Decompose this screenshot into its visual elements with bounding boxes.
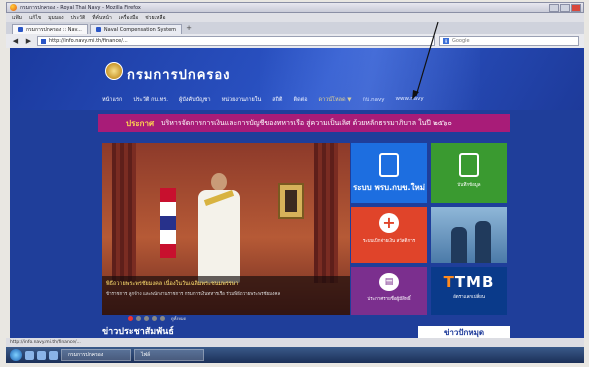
navigation-bar: ◀ ▶ http://info.navy.mi.th/finance/... g… (6, 34, 584, 48)
url-text: http://info.navy.mi.th/finance/... (49, 38, 128, 44)
tmb-logo: TTMB (443, 273, 495, 291)
tile-photo[interactable] (431, 207, 507, 263)
menu-edit[interactable]: แก้ไข (29, 14, 41, 22)
url-bar[interactable]: http://info.navy.mi.th/finance/... (37, 36, 435, 46)
slide-caption: พิธีถวายพระพรชัยมงคล เนื่องในวันเฉลิมพระ… (102, 276, 350, 315)
quicklaunch-icon[interactable] (37, 350, 46, 360)
menu-tools[interactable]: เครื่องมือ (119, 14, 138, 22)
tile-record-data[interactable]: บันทึกข้อมูล (431, 143, 507, 203)
tile-title: ระบบ พรบ.กบข.ใหม่ (352, 183, 426, 192)
browser-titlebar: กรมการปกครอง - Royal Thai Navy - Mozilla… (6, 2, 584, 13)
taskbar-item-files[interactable]: ไฟล์ (134, 349, 204, 361)
menu-file[interactable]: แฟ้ม (12, 14, 22, 22)
slide-view-all-link[interactable]: ดูทั้งหมด (171, 315, 186, 322)
firefox-icon (10, 4, 17, 11)
officer-figure (194, 173, 244, 283)
slide-dot[interactable] (152, 316, 157, 321)
hero-slideshow[interactable]: พิธีถวายพระพรชัยมงคล เนื่องในวันเฉลิมพระ… (102, 143, 350, 315)
tile-title: ประกาศรายชื่อผู้มีสิทธิ์ (367, 297, 411, 302)
new-tab-button[interactable]: + (184, 24, 194, 34)
tile-title: ระบบเบิกจ่ายเงิน สวัสดิการ (362, 239, 416, 244)
windows-start-icon[interactable] (10, 349, 22, 361)
nav-download[interactable]: ดาวน์โหลด ▼ (319, 96, 352, 104)
hand-icon (459, 153, 479, 177)
portrait-frame (278, 183, 304, 219)
nav-commanders[interactable]: ผู้บังคับบัญชา (179, 96, 211, 104)
tab-label: กรมการปกครอง :: Nav... (26, 26, 82, 33)
site-nav: หน้าแรก ประวัติ กบ.ทร. ผู้บังคับบัญชา หน… (102, 96, 424, 104)
nav-www-navy[interactable]: www.navy (395, 96, 423, 104)
web-page: กรมการปกครอง หน้าแรก ประวัติ กบ.ทร. ผู้บ… (10, 48, 584, 338)
google-icon: g (443, 38, 449, 44)
announcement-bar: ประกาศ บริหารจัดการการเงินและการบัญชีของ… (98, 114, 510, 132)
nav-finance-navy[interactable]: กบ.navy (363, 96, 385, 104)
forward-arrow-icon[interactable]: ▶ (24, 37, 33, 46)
slide-pager: ดูทั้งหมด (128, 315, 186, 322)
tile-welfare[interactable]: + ระบบเบิกจ่ายเงิน สวัสดิการ (351, 207, 427, 263)
curtain-left (112, 143, 136, 283)
pinned-news-heading: ข่าวปักหมุด (418, 326, 510, 338)
window-title: กรมการปกครอง - Royal Thai Navy - Mozilla… (20, 4, 141, 11)
taskbar-item-firefox[interactable]: กรมการปกครอง (61, 349, 131, 361)
news-heading: ข่าวประชาสัมพันธ์ (102, 327, 174, 337)
search-box[interactable]: g Google (439, 36, 579, 46)
tile-gpf-system[interactable]: ระบบ พรบ.กบข.ใหม่ (351, 143, 427, 203)
book-icon: ▤ (379, 273, 399, 291)
back-arrow-icon[interactable]: ◀ (11, 37, 20, 46)
site-favicon-icon (41, 38, 46, 44)
tab-naval-compensation[interactable]: Naval Compensation System (89, 24, 183, 34)
slide-dot[interactable] (128, 316, 133, 321)
thai-flag (160, 188, 176, 258)
person-figure (475, 221, 491, 263)
status-bar: http://info.navy.mi.th/finance/... (6, 338, 584, 347)
person-figure (451, 227, 467, 263)
hand-icon (379, 153, 399, 177)
quicklaunch-icon[interactable] (25, 350, 34, 360)
menu-bar: แฟ้ม แก้ไข มุมมอง ประวัติ ที่คั่นหน้า เค… (6, 13, 584, 22)
nav-stats[interactable]: สถิติ (272, 96, 282, 104)
slide-dot[interactable] (144, 316, 149, 321)
slide-caption-desc: ข้าราชการ ลูกจ้าง และพนักงานราชการ กรมกา… (106, 292, 281, 297)
slide-dot[interactable] (136, 316, 141, 321)
nav-home[interactable]: หน้าแรก (102, 96, 122, 104)
tile-title: บันทึกข้อมูล (457, 183, 481, 188)
nav-history[interactable]: ประวัติ กบ.ทร. (133, 96, 168, 104)
navy-emblem-icon (105, 62, 123, 80)
tile-announcement[interactable]: ▤ ประกาศรายชื่อผู้มีสิทธิ์ (351, 267, 427, 315)
site-header: กรมการปกครอง หน้าแรก ประวัติ กบ.ทร. ผู้บ… (10, 48, 584, 110)
tile-tmb-bank[interactable]: TTMB อัตราแลกเปลี่ยน (431, 267, 507, 315)
close-button[interactable] (571, 4, 581, 12)
plus-icon: + (379, 213, 399, 233)
slide-caption-title[interactable]: พิธีถวายพระพรชัยมงคล เนื่องในวันเฉลิมพระ… (106, 280, 238, 288)
minimize-button[interactable] (549, 4, 559, 12)
menu-bookmarks[interactable]: ที่คั่นหน้า (92, 14, 112, 22)
tab-active[interactable]: กรมการปกครอง :: Nav... (12, 24, 88, 34)
menu-view[interactable]: มุมมอง (48, 14, 63, 22)
tab-favicon-icon (18, 27, 23, 32)
announcement-text[interactable]: บริหารจัดการการเงินและการบัญชีของทหารเรื… (161, 118, 452, 129)
menu-history[interactable]: ประวัติ (71, 14, 86, 22)
window-controls (549, 4, 581, 12)
taskbar: กรมการปกครอง ไฟล์ (6, 347, 584, 363)
slide-dot[interactable] (160, 316, 165, 321)
tab-label: Naval Compensation System (103, 26, 177, 33)
tab-favicon-icon (95, 27, 101, 32)
maximize-button[interactable] (560, 4, 570, 12)
tab-bar: กรมการปกครอง :: Nav... Naval Compensatio… (6, 22, 584, 34)
announcement-label: ประกาศ (126, 118, 155, 128)
search-placeholder: Google (452, 38, 470, 44)
tile-subtitle: อัตราแลกเปลี่ยน (453, 295, 485, 300)
menu-help[interactable]: ช่วยเหลือ (145, 14, 165, 22)
curtain-right (314, 143, 338, 283)
nav-units[interactable]: หน่วยงานภายใน (222, 96, 262, 104)
nav-contact[interactable]: ติดต่อ (294, 96, 308, 104)
quicklaunch-icon[interactable] (49, 350, 58, 360)
site-logo-text[interactable]: กรมการปกครอง (127, 64, 231, 85)
